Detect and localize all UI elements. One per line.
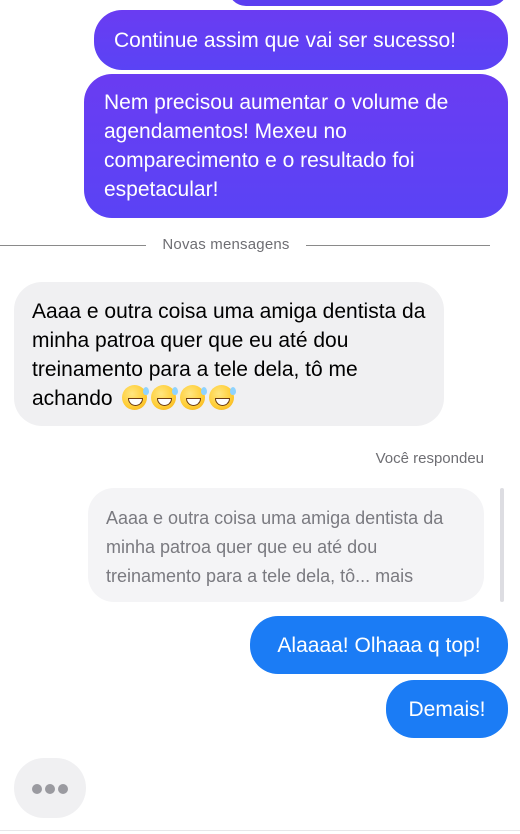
typing-dots-icon	[58, 784, 68, 794]
message-text: Alaaaa! Olhaaa q top!	[277, 634, 481, 657]
reply-quote-bar	[500, 488, 504, 602]
message-text: Demais!	[408, 698, 486, 721]
message-text: Nem precisou aumentar o volume de agenda…	[104, 91, 449, 201]
grinning-sweat-emoji-icon	[209, 385, 237, 410]
divider-line	[306, 245, 490, 246]
sent-message-bubble[interactable]: Nem precisou aumentar o volume de agenda…	[84, 74, 508, 218]
typing-indicator	[14, 758, 86, 818]
chat-screen: Continue assim que vai ser sucesso! Nem …	[0, 0, 520, 834]
composer-divider	[0, 830, 520, 831]
typing-dots-icon	[32, 784, 42, 794]
previous-message-bubble[interactable]	[228, 0, 508, 6]
replied-message-quote[interactable]: Aaaa e outra coisa uma amiga dentista da…	[88, 488, 484, 602]
grinning-sweat-emoji-icon	[122, 385, 150, 410]
divider-label: Novas mensagens	[162, 236, 290, 253]
quote-text: Aaaa e outra coisa uma amiga dentista da…	[106, 508, 444, 586]
new-messages-divider: Novas mensagens	[0, 236, 520, 256]
sent-message-bubble[interactable]: Alaaaa! Olhaaa q top!	[250, 616, 508, 674]
received-message-bubble[interactable]: Aaaa e outra coisa uma amiga dentista da…	[14, 282, 444, 426]
divider-line	[0, 245, 146, 246]
grinning-sweat-emoji-icon	[180, 385, 208, 410]
message-text: Continue assim que vai ser sucesso!	[114, 29, 456, 52]
sent-message-bubble[interactable]: Demais!	[386, 680, 508, 738]
you-replied-label: Você respondeu	[375, 450, 484, 467]
typing-dots-icon	[45, 784, 55, 794]
grinning-sweat-emoji-icon	[151, 385, 179, 410]
sent-message-bubble[interactable]: Continue assim que vai ser sucesso!	[94, 10, 508, 70]
